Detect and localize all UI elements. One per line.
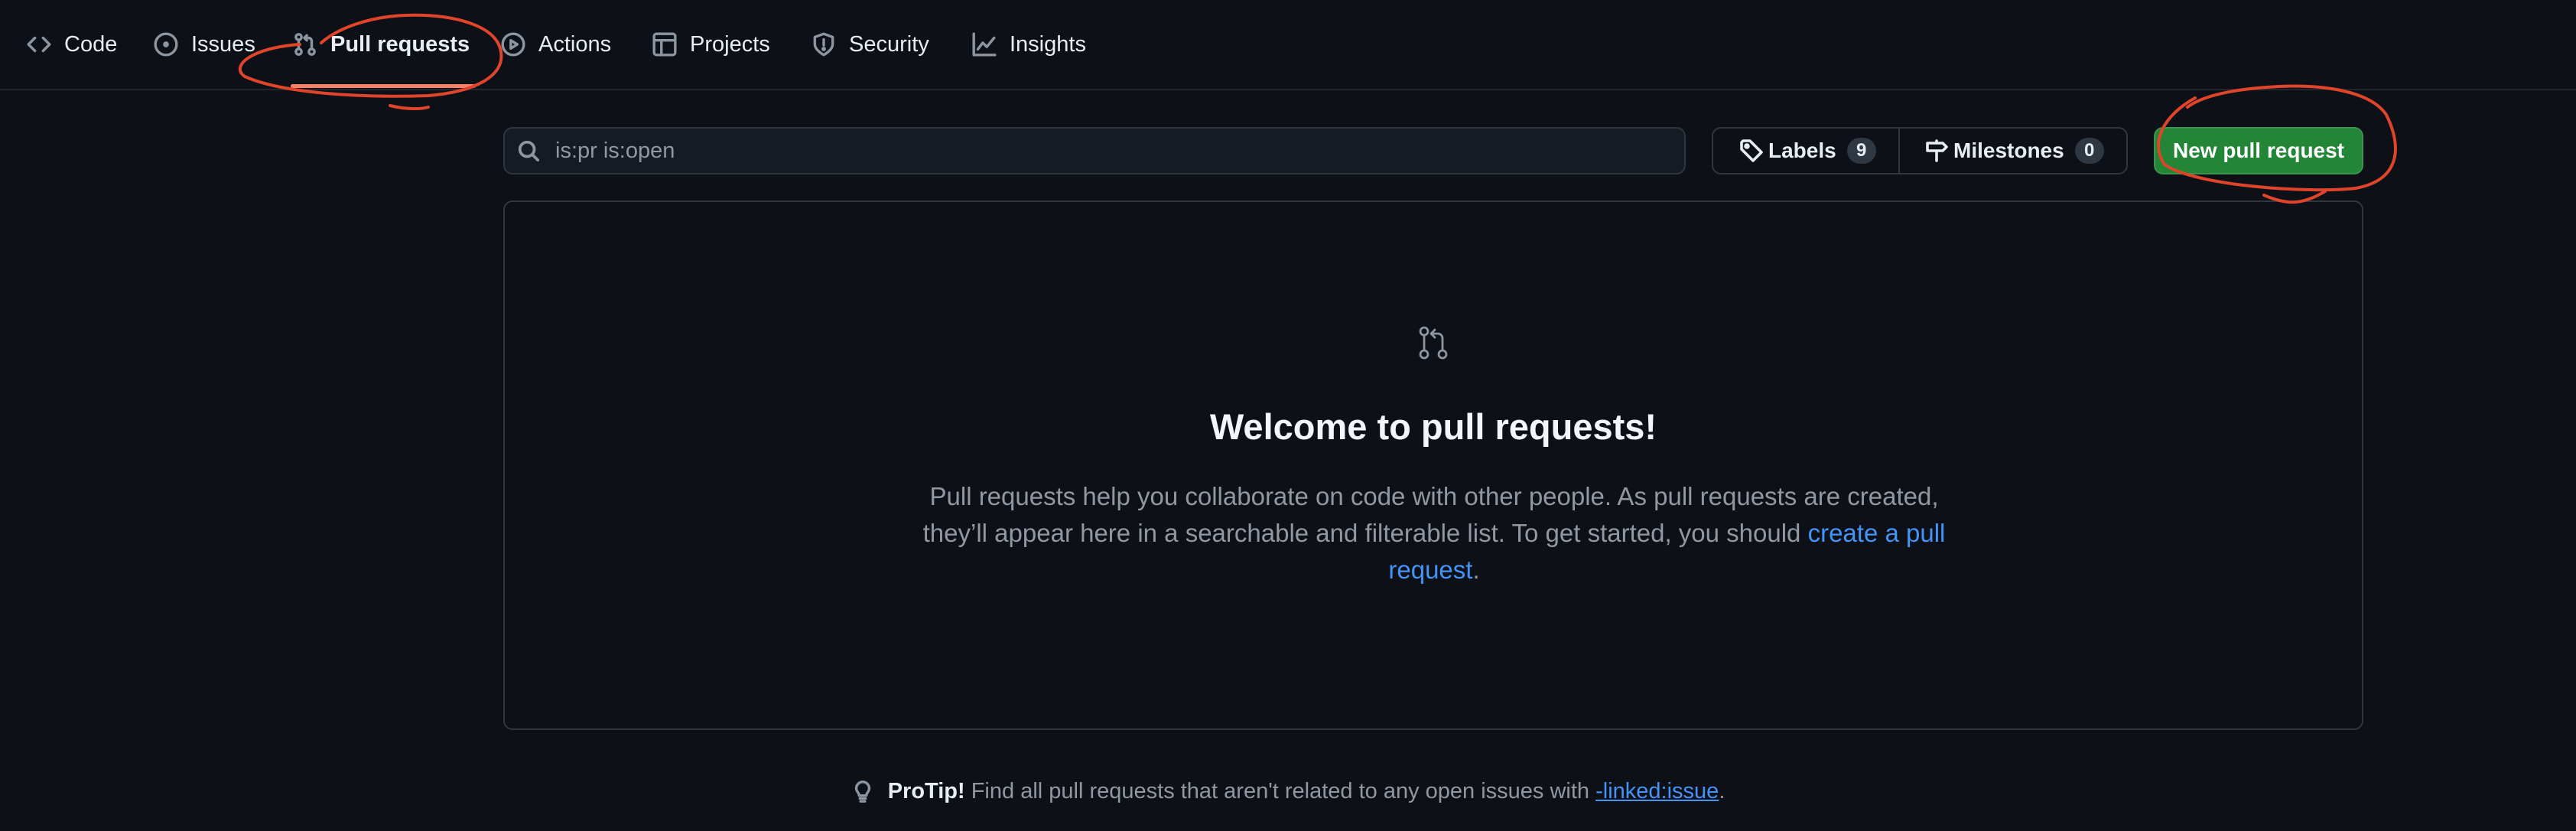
tab-pull-requests-label: Pull requests bbox=[330, 31, 470, 57]
tab-projects-label: Projects bbox=[690, 31, 770, 57]
search-input[interactable] bbox=[555, 138, 1626, 164]
active-tab-underline bbox=[291, 84, 476, 88]
milestone-icon bbox=[1926, 139, 1948, 162]
tab-insights-label: Insights bbox=[1010, 31, 1086, 57]
tab-actions[interactable]: Actions bbox=[500, 0, 611, 89]
tab-issues-label: Issues bbox=[191, 31, 255, 57]
search-field[interactable] bbox=[503, 127, 1686, 174]
blankslate-description: Pull requests help you collaborate on co… bbox=[918, 478, 1950, 588]
blankslate-description-text: Pull requests help you collaborate on co… bbox=[922, 482, 1939, 547]
tab-actions-label: Actions bbox=[538, 31, 612, 57]
new-pull-request-button[interactable]: New pull request bbox=[2154, 127, 2363, 174]
labels-label: Labels bbox=[1768, 138, 1836, 162]
tab-security-label: Security bbox=[849, 31, 929, 57]
repo-nav: Code Issues Pull requests Actions Projec… bbox=[0, 0, 2576, 90]
pull-request-icon bbox=[294, 33, 316, 56]
tab-code-label: Code bbox=[64, 31, 118, 57]
pull-request-icon bbox=[1419, 326, 1448, 360]
light-bulb-icon bbox=[854, 780, 870, 803]
table-icon bbox=[652, 32, 677, 57]
protip: ProTip! Find all pull requests that aren… bbox=[0, 779, 2576, 804]
protip-text: Find all pull requests that aren't relat… bbox=[971, 779, 1590, 803]
milestones-counter: 0 bbox=[2074, 138, 2104, 164]
tab-projects[interactable]: Projects bbox=[652, 0, 770, 89]
labels-button[interactable]: Labels 9 bbox=[1713, 129, 1900, 173]
blankslate-trailing: . bbox=[1472, 556, 1480, 584]
tag-icon bbox=[1740, 139, 1763, 162]
tab-issues[interactable]: Issues bbox=[153, 0, 255, 89]
blankslate-box bbox=[503, 200, 2363, 730]
labels-counter: 9 bbox=[1846, 138, 1876, 164]
tab-code[interactable]: Code bbox=[26, 0, 117, 89]
issue-circle-icon bbox=[154, 32, 178, 57]
code-icon bbox=[27, 36, 51, 53]
tab-pull-requests[interactable]: Pull requests bbox=[292, 0, 470, 89]
search-icon bbox=[518, 140, 540, 162]
milestones-button[interactable]: Milestones 0 bbox=[1900, 129, 2126, 173]
protip-strong: ProTip! bbox=[887, 779, 965, 803]
labels-milestones-group: Labels 9 Milestones 0 bbox=[1712, 127, 2128, 174]
milestones-label: Milestones bbox=[1953, 138, 2064, 162]
graph-icon bbox=[972, 32, 997, 57]
blankslate-title: Welcome to pull requests! bbox=[1209, 406, 1657, 447]
play-icon bbox=[501, 32, 525, 57]
tab-security[interactable]: Security bbox=[811, 0, 929, 89]
protip-trailing: . bbox=[1719, 779, 1725, 803]
shield-icon bbox=[813, 32, 834, 57]
linked-issue-link[interactable]: -linked:issue bbox=[1595, 779, 1719, 803]
tab-insights[interactable]: Insights bbox=[971, 0, 1086, 89]
